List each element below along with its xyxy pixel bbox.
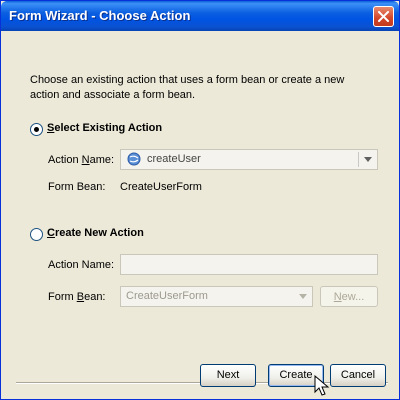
form-bean-label: Form Bean: — [48, 181, 106, 193]
radio-selected-dot — [34, 127, 39, 132]
select-existing-action-label[interactable]: Select Existing Action — [47, 122, 162, 134]
action-name-label: Action Name: — [48, 154, 115, 166]
dialog-content: Choose an existing action that uses a fo… — [4, 31, 396, 396]
action-globe-icon — [127, 152, 141, 166]
create-new-action-radio[interactable] — [30, 228, 43, 241]
cancel-button[interactable]: Cancel — [330, 364, 386, 387]
window-title: Form Wizard - Choose Action — [9, 8, 191, 23]
form-wizard-window: Form Wizard - Choose Action Choose an ex… — [0, 0, 400, 400]
next-button[interactable]: Next — [200, 364, 256, 387]
form-bean-value: CreateUserForm — [120, 181, 202, 193]
new-action-name-label: Action Name: — [48, 259, 115, 271]
chevron-down-icon[interactable] — [364, 157, 372, 162]
new-form-bean-label: Form Bean: — [48, 291, 106, 303]
new-form-bean-combobox[interactable]: CreateUserForm — [120, 286, 313, 307]
close-icon — [378, 11, 389, 22]
mouse-cursor-icon — [314, 375, 330, 396]
action-name-value: createUser — [147, 153, 201, 165]
new-form-bean-value: CreateUserForm — [126, 290, 208, 302]
select-existing-action-radio[interactable] — [30, 123, 43, 136]
combo-separator — [358, 152, 359, 167]
instructions-text: Choose an existing action that uses a fo… — [30, 74, 345, 101]
chevron-down-icon[interactable] — [299, 294, 307, 299]
new-action-name-input[interactable] — [120, 254, 378, 275]
title-bar[interactable]: Form Wizard - Choose Action — [1, 1, 399, 31]
action-name-combobox[interactable]: createUser — [120, 149, 378, 170]
close-button[interactable] — [373, 6, 394, 27]
new-form-bean-button[interactable]: New... — [320, 286, 378, 307]
create-new-action-label[interactable]: Create New Action — [47, 227, 144, 239]
